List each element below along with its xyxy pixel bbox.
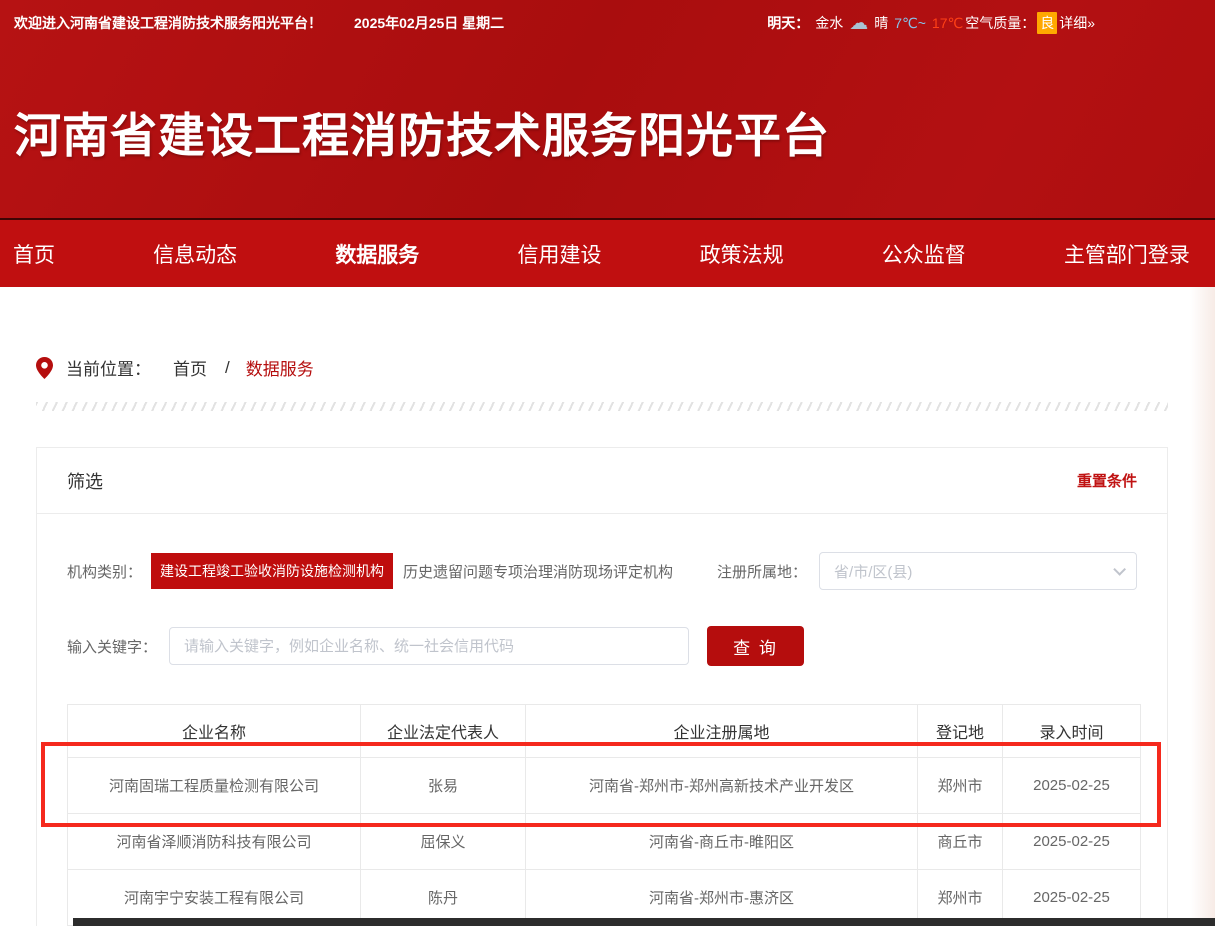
- table-cell: 屈保义: [361, 814, 526, 870]
- table-header-row: 企业名称企业法定代表人企业注册属地登记地录入时间: [68, 705, 1141, 758]
- slash-divider: [36, 402, 1168, 411]
- org-type-option[interactable]: 历史遗留问题专项治理消防现场评定机构: [403, 561, 673, 582]
- org-type-row: 机构类别： 建设工程竣工验收消防设施检测机构 历史遗留问题专项治理消防现场评定机…: [67, 552, 1137, 590]
- cloud-icon: ☁: [849, 14, 868, 33]
- location-pin-icon: [36, 357, 53, 379]
- table-header-cell: 企业名称: [68, 705, 361, 758]
- aqi-badge: 良: [1037, 12, 1057, 34]
- org-type-label: 机构类别：: [67, 561, 142, 582]
- nav-item[interactable]: 公众监督: [882, 239, 966, 269]
- topbar: 欢迎进入河南省建设工程消防技术服务阳光平台！ 2025年02月25日 星期二 明…: [0, 0, 1215, 46]
- temp-low: 7℃~: [894, 15, 926, 32]
- nav-item[interactable]: 首页: [13, 239, 55, 269]
- region-label: 注册所属地：: [717, 561, 807, 582]
- region-select-placeholder: 省/市/区(县): [834, 561, 912, 582]
- page-edge-gradient: [1190, 287, 1215, 926]
- table-header-cell: 企业注册属地: [526, 705, 918, 758]
- current-date: 2025年02月25日 星期二: [354, 13, 504, 33]
- results-table: 企业名称企业法定代表人企业注册属地登记地录入时间 河南固瑞工程质量检测有限公司张…: [67, 704, 1141, 926]
- keyword-row: 输入关键字： 查 询: [67, 626, 1137, 666]
- weather-condition: 晴: [874, 13, 888, 33]
- nav-item[interactable]: 政策法规: [700, 239, 784, 269]
- table-header-cell: 录入时间: [1003, 705, 1141, 758]
- filter-title: 筛选: [67, 468, 103, 494]
- table-cell: 2025-02-25: [1003, 814, 1141, 870]
- table-header-cell: 企业法定代表人: [361, 705, 526, 758]
- table-cell: 郑州市: [918, 758, 1003, 814]
- filter-header: 筛选 重置条件: [37, 448, 1167, 514]
- table-cell: 河南省-商丘市-睢阳区: [526, 814, 918, 870]
- breadcrumb-label: 当前位置：: [66, 355, 151, 380]
- page-title: 河南省建设工程消防技术服务阳光平台: [14, 97, 830, 166]
- region-select[interactable]: 省/市/区(县): [819, 552, 1137, 590]
- chevron-down-icon: [1113, 563, 1126, 576]
- table-cell: 张易: [361, 758, 526, 814]
- keyword-input[interactable]: [169, 627, 689, 665]
- temp-high: 17℃: [932, 15, 963, 32]
- nav-item[interactable]: 主管部门登录: [1064, 239, 1190, 269]
- table-cell: 商丘市: [918, 814, 1003, 870]
- weather-widget: 明天： 金水 ☁ 晴 7℃~ 17℃ 空气质量： 良 详细»: [767, 12, 1095, 34]
- table-cell: 河南省-郑州市-郑州高新技术产业开发区: [526, 758, 918, 814]
- reset-filters-link[interactable]: 重置条件: [1077, 470, 1137, 491]
- breadcrumb: 当前位置： 首页 / 数据服务: [36, 355, 1215, 380]
- filter-panel: 筛选 重置条件 机构类别： 建设工程竣工验收消防设施检测机构 历史遗留问题专项治…: [36, 447, 1168, 926]
- nav-item[interactable]: 信用建设: [517, 239, 601, 269]
- welcome-text: 欢迎进入河南省建设工程消防技术服务阳光平台！: [14, 13, 322, 33]
- nav-item[interactable]: 数据服务: [335, 239, 419, 269]
- table-cell: 2025-02-25: [1003, 758, 1141, 814]
- weather-label: 明天：: [767, 13, 809, 33]
- keyword-label: 输入关键字：: [67, 636, 157, 657]
- table-row: 河南省泽顺消防科技有限公司屈保义河南省-商丘市-睢阳区商丘市2025-02-25: [68, 814, 1141, 870]
- table-header-cell: 登记地: [918, 705, 1003, 758]
- table-cell: 河南固瑞工程质量检测有限公司: [68, 758, 361, 814]
- nav-item[interactable]: 信息动态: [153, 239, 237, 269]
- main-nav: 首页 信息动态 数据服务 信用建设 政策法规 公众监督 主管部门登录: [0, 218, 1215, 287]
- bottom-bar: [73, 918, 1215, 926]
- weather-city: 金水: [815, 13, 843, 33]
- breadcrumb-home[interactable]: 首页: [173, 355, 207, 380]
- aqi-label: 空气质量：: [965, 13, 1035, 33]
- org-type-option-selected[interactable]: 建设工程竣工验收消防设施检测机构: [151, 553, 393, 589]
- table-cell: 河南省泽顺消防科技有限公司: [68, 814, 361, 870]
- weather-detail-link[interactable]: 详细»: [1059, 13, 1095, 33]
- site-header: 欢迎进入河南省建设工程消防技术服务阳光平台！ 2025年02月25日 星期二 明…: [0, 0, 1215, 287]
- table-row: 河南固瑞工程质量检测有限公司张易河南省-郑州市-郑州高新技术产业开发区郑州市20…: [68, 758, 1141, 814]
- breadcrumb-current: 数据服务: [246, 355, 314, 380]
- breadcrumb-separator: /: [225, 358, 230, 378]
- search-button[interactable]: 查 询: [707, 626, 804, 666]
